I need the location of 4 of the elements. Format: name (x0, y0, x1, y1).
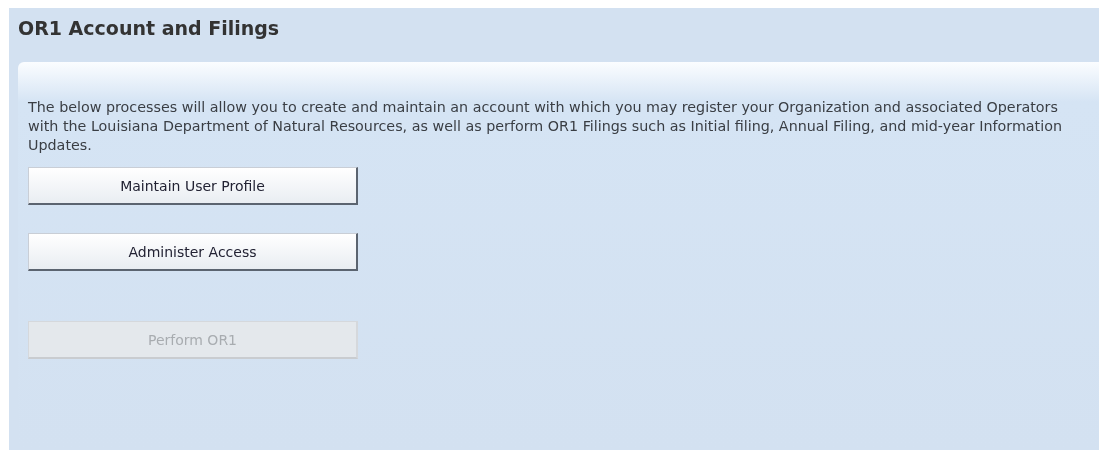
action-button[interactable]: Administer Access (28, 233, 358, 271)
action-button[interactable]: Maintain User Profile (28, 167, 358, 205)
page-title: OR1 Account and Filings (17, 16, 281, 41)
description-text: The below processes will allow you to create and maintain an account with which you may register your Organization and associated Operators with the Louisiana Department of Natural Resources, as well as perform OR1 Filings such as Initial filing, Annual Filing, and mid-year Information Updates. (28, 98, 1063, 155)
